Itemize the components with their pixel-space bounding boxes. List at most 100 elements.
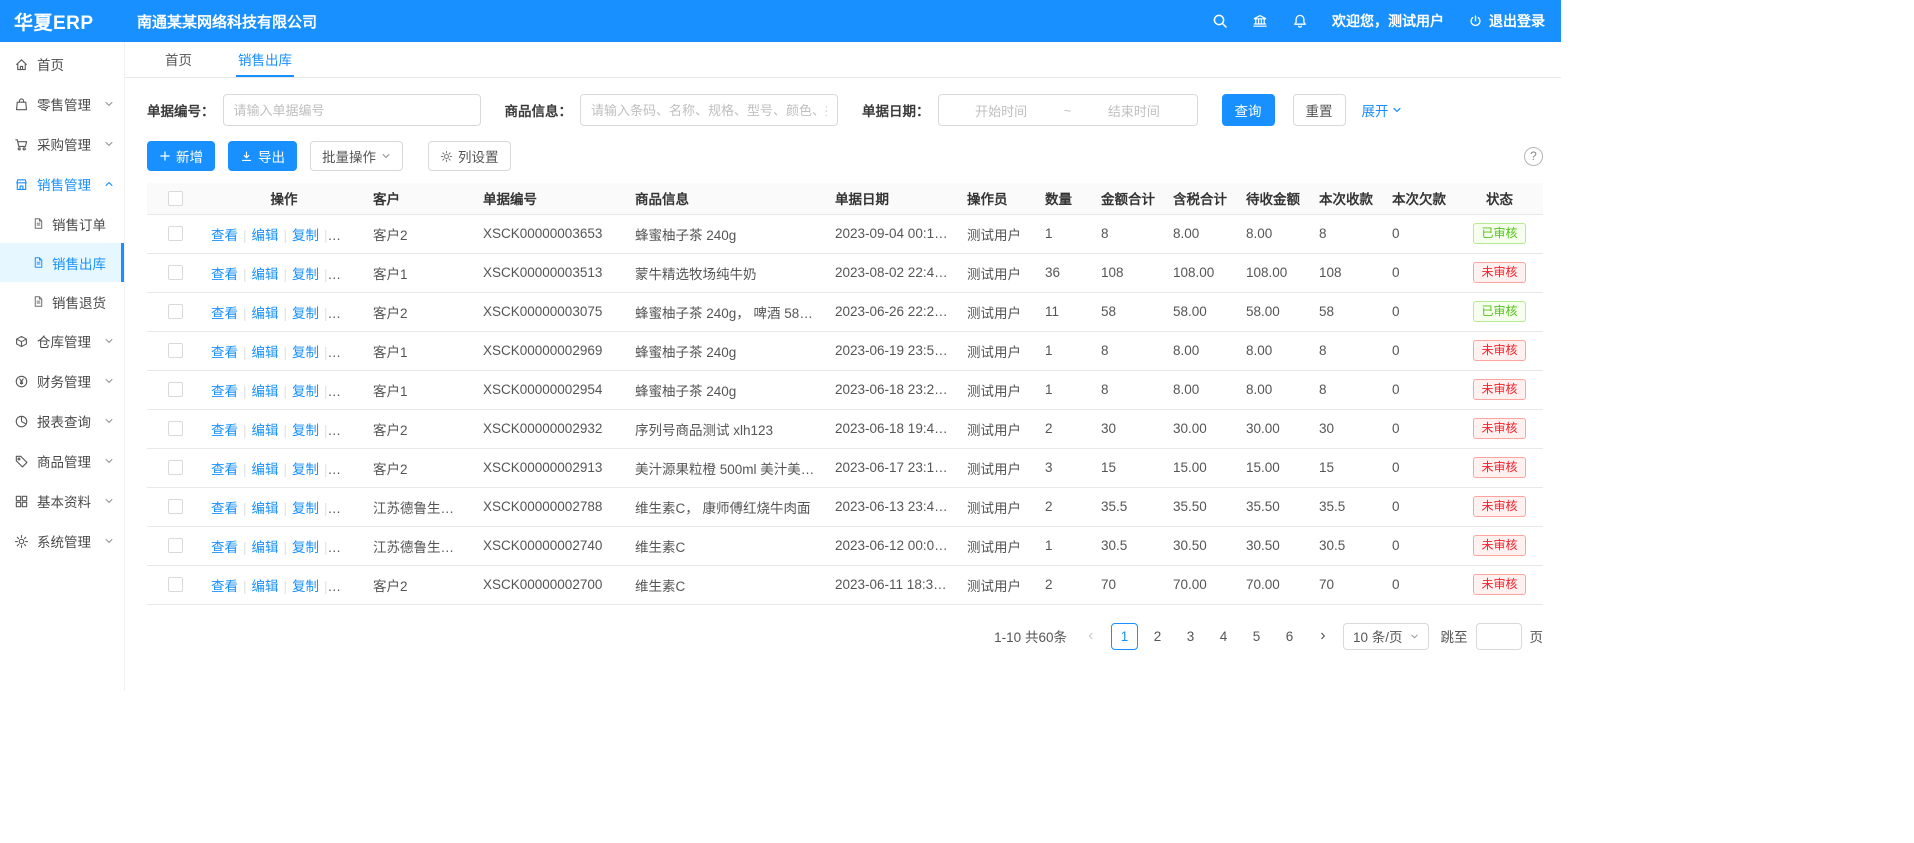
page-button-4[interactable]: 4 (1210, 623, 1237, 650)
row-action-edit[interactable]: 编辑 (252, 540, 279, 555)
row-checkbox[interactable] (168, 265, 183, 280)
row-checkbox[interactable] (168, 304, 183, 319)
row-action-view[interactable]: 查看 (211, 306, 238, 321)
filter-bill-no: 单据编号： (147, 94, 481, 126)
row-checkbox[interactable] (168, 577, 183, 592)
add-button[interactable]: 新增 (147, 141, 215, 171)
action-separator: | (324, 228, 328, 243)
row-action-copy[interactable]: 复制 (292, 579, 319, 594)
row-customer: 客户1 (365, 253, 475, 292)
sidebar-item-label: 仓库管理 (37, 331, 91, 351)
expand-filters-link[interactable]: 展开 (1362, 100, 1402, 120)
row-action-edit[interactable]: 编辑 (252, 462, 279, 477)
row-qty: 1 (1037, 370, 1093, 409)
row-action-copy[interactable]: 复制 (292, 306, 319, 321)
logout-button[interactable]: 退出登录 (1468, 11, 1545, 31)
search-button[interactable]: 查询 (1222, 94, 1275, 126)
row-checkbox[interactable] (168, 343, 183, 358)
row-action-edit[interactable]: 编辑 (252, 306, 279, 321)
row-action-edit[interactable]: 编辑 (252, 423, 279, 438)
tab-sales-outbound[interactable]: 销售出库 (236, 42, 294, 77)
page-button-5[interactable]: 5 (1243, 623, 1270, 650)
bill-no-input[interactable] (223, 94, 481, 126)
tab-home[interactable]: 首页 (163, 42, 194, 77)
action-separator: | (243, 540, 247, 555)
search-icon[interactable] (1212, 13, 1228, 29)
row-action-edit[interactable]: 编辑 (252, 267, 279, 282)
row-checkbox[interactable] (168, 421, 183, 436)
reset-button[interactable]: 重置 (1293, 94, 1346, 126)
sidebar-item-report[interactable]: 报表查询 (0, 401, 124, 441)
row-action-view[interactable]: 查看 (211, 579, 238, 594)
sidebar-item-system[interactable]: 系统管理 (0, 521, 124, 561)
row-action-copy[interactable]: 复制 (292, 228, 319, 243)
row-action-view[interactable]: 查看 (211, 228, 238, 243)
sidebar-item-sales[interactable]: 销售管理 (0, 164, 124, 204)
row-action-edit[interactable]: 编辑 (252, 579, 279, 594)
row-checkbox[interactable] (168, 226, 183, 241)
row-action-edit[interactable]: 编辑 (252, 345, 279, 360)
page-button-2[interactable]: 2 (1144, 623, 1171, 650)
row-checkbox[interactable] (168, 538, 183, 553)
row-action-copy[interactable]: 复制 (292, 345, 319, 360)
row-received: 8 (1311, 331, 1384, 370)
row-action-view[interactable]: 查看 (211, 540, 238, 555)
page-button-6[interactable]: 6 (1276, 623, 1303, 650)
row-action-edit[interactable]: 编辑 (252, 228, 279, 243)
row-action-view[interactable]: 查看 (211, 384, 238, 399)
row-amount-total: 30.5 (1093, 526, 1165, 565)
row-action-view[interactable]: 查看 (211, 501, 238, 516)
sidebar-item-warehouse[interactable]: 仓库管理 (0, 321, 124, 361)
table-body: 查看|编辑|复制|删除客户2XSCK00000003653蜂蜜柚子茶 240g2… (147, 214, 1543, 604)
row-action-edit[interactable]: 编辑 (252, 384, 279, 399)
row-action-copy[interactable]: 复制 (292, 462, 319, 477)
sidebar-item-sales-return[interactable]: 销售退货 (0, 282, 124, 321)
sidebar-item-purchase[interactable]: 采购管理 (0, 124, 124, 164)
date-range-picker[interactable]: 开始时间 ~ 结束时间 (938, 94, 1198, 126)
sidebar-item-sales-order[interactable]: 销售订单 (0, 204, 124, 243)
bell-icon[interactable] (1292, 13, 1308, 29)
row-action-view[interactable]: 查看 (211, 423, 238, 438)
row-action-edit[interactable]: 编辑 (252, 501, 279, 516)
sidebar-item-home[interactable]: 首页 (0, 44, 124, 84)
row-action-copy[interactable]: 复制 (292, 384, 319, 399)
sidebar-item-sales-outbound[interactable]: 销售出库 (0, 243, 124, 282)
sidebar-item-label: 基本资料 (37, 491, 91, 511)
help-icon[interactable]: ? (1524, 147, 1543, 166)
report-icon (14, 414, 29, 429)
row-action-copy[interactable]: 复制 (292, 267, 319, 282)
row-checkbox[interactable] (168, 460, 183, 475)
row-customer: 江苏德鲁生物科... (365, 526, 475, 565)
sidebar-item-label: 采购管理 (37, 134, 91, 154)
row-action-copy[interactable]: 复制 (292, 423, 319, 438)
row-action-view[interactable]: 查看 (211, 267, 238, 282)
page-button-3[interactable]: 3 (1177, 623, 1204, 650)
document-icon (32, 295, 45, 308)
table-row: 查看|编辑|复制|删除客户2XSCK00000003653蜂蜜柚子茶 240g2… (147, 214, 1543, 253)
sidebar-item-basic-data[interactable]: 基本资料 (0, 481, 124, 521)
table-row: 查看|编辑|复制|删除客户2XSCK00000002700维生素C2023-06… (147, 565, 1543, 604)
row-action-copy[interactable]: 复制 (292, 540, 319, 555)
row-action-view[interactable]: 查看 (211, 345, 238, 360)
sidebar-item-finance[interactable]: 财务管理 (0, 361, 124, 401)
prev-page-button[interactable]: ‹ (1079, 627, 1103, 645)
row-action-copy[interactable]: 复制 (292, 501, 319, 516)
row-checkbox[interactable] (168, 499, 183, 514)
column-settings-button[interactable]: 列设置 (428, 141, 511, 171)
column-settings-label: 列设置 (458, 146, 499, 166)
export-button[interactable]: 导出 (228, 141, 297, 171)
select-all-checkbox[interactable] (168, 191, 183, 206)
bank-icon[interactable] (1252, 13, 1268, 29)
page-size-select[interactable]: 10 条/页 (1343, 623, 1429, 650)
page-size-value: 10 条/页 (1353, 626, 1403, 646)
sidebar-item-goods[interactable]: 商品管理 (0, 441, 124, 481)
row-checkbox[interactable] (168, 382, 183, 397)
batch-actions-button[interactable]: 批量操作 (310, 141, 403, 171)
row-action-view[interactable]: 查看 (211, 462, 238, 477)
material-input[interactable] (580, 94, 838, 126)
jump-page-input[interactable] (1476, 623, 1522, 650)
action-separator: | (284, 267, 288, 282)
page-button-1[interactable]: 1 (1111, 623, 1138, 650)
next-page-button[interactable]: › (1311, 627, 1335, 645)
sidebar-item-retail[interactable]: 零售管理 (0, 84, 124, 124)
